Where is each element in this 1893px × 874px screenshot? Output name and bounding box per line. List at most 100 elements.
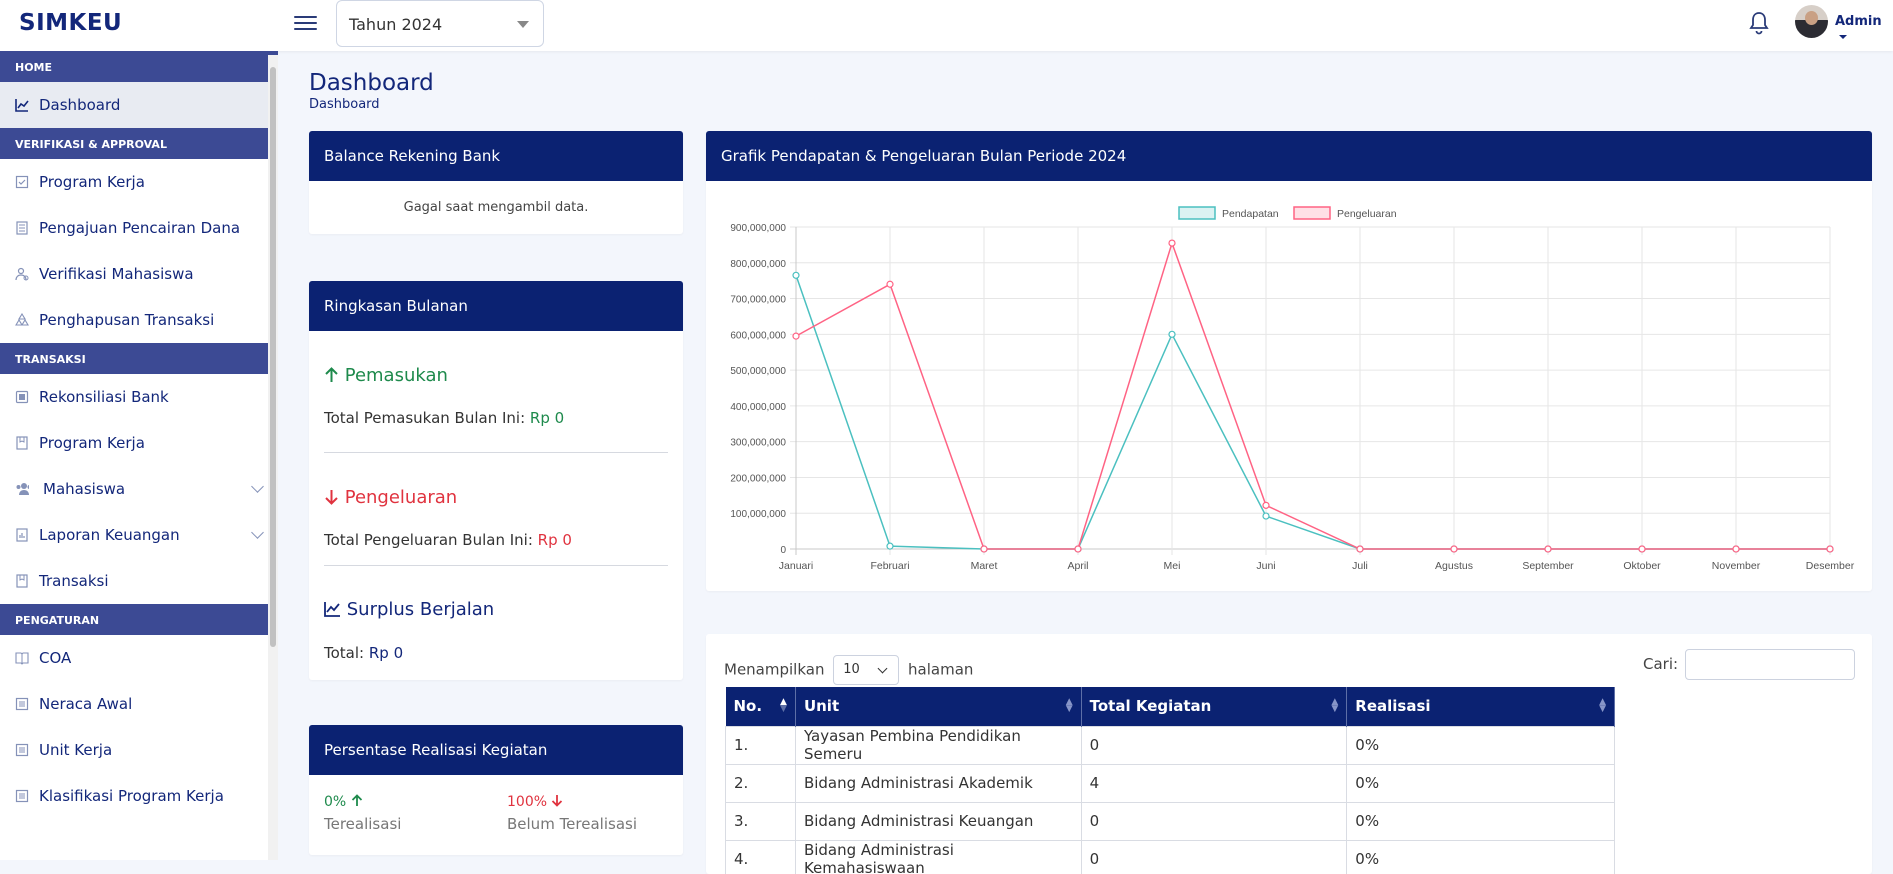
surplus-value: Rp 0: [368, 644, 404, 662]
data-point: [1262, 501, 1270, 509]
sidebar-scrollbar[interactable]: [268, 55, 278, 860]
column-header-no[interactable]: No. ▲ ▼: [725, 687, 796, 726]
sidebar-item-mahasiswa[interactable]: Mahasiswa: [0, 466, 278, 512]
sidebar-section-verifikasi: VERIFIKASI & APPROVAL: [0, 128, 278, 159]
bookmark-icon: [15, 574, 29, 588]
sidebar-item-label: Unit Kerja: [39, 741, 113, 759]
surplus-line: Total: Rp 0: [324, 644, 403, 662]
sidebar-item-label: Penghapusan Transaksi: [39, 311, 215, 329]
cell-no: 2.: [725, 763, 796, 803]
sidebar-item-program-kerja[interactable]: Program Kerja: [0, 159, 278, 205]
sidebar-item-label: COA: [39, 649, 72, 667]
sidebar-section-home: HOME: [0, 51, 278, 82]
sidebar-item-unit-kerja[interactable]: Unit Kerja: [0, 727, 278, 773]
y-tick-label: 600,000,000: [730, 330, 786, 341]
sidebar-item-label: Neraca Awal: [39, 695, 133, 713]
hamburger-menu-icon[interactable]: [294, 12, 317, 34]
sidebar-item-transaksi[interactable]: Transaksi: [0, 558, 278, 604]
data-point: [1168, 239, 1176, 247]
pemasukan-label: Pemasukan: [344, 365, 448, 386]
pemasukan-line: Total Pemasukan Bulan Ini: Rp 0: [324, 409, 564, 427]
cell-total-kegiatan: 0: [1080, 839, 1348, 874]
pengeluaran-value: Rp 0: [537, 531, 572, 549]
surplus-heading: Surplus Berjalan: [324, 599, 494, 620]
data-point: [1544, 545, 1552, 553]
bookmark-icon: [15, 436, 29, 450]
arrow-up-icon: [325, 367, 338, 382]
sidebar-item-laporan-keuangan[interactable]: Laporan Keuangan: [0, 512, 278, 558]
x-tick-label: Februari: [870, 560, 909, 572]
page-size-control: Menampilkan 10 halaman: [724, 655, 973, 685]
brand-logo[interactable]: SIMKEU: [19, 10, 122, 36]
data-table: No. ▲ ▼ Unit ▲ ▼ Total Kegiatan ▲ ▼ Realisasi ▲…: [725, 687, 1615, 874]
table-row: 4. Bidang Administrasi Kemahasiswaan 0 0…: [725, 839, 1615, 874]
breadcrumb[interactable]: Dashboard: [309, 97, 380, 112]
legend-swatch: [1293, 206, 1331, 220]
column-header-unit[interactable]: Unit ▲ ▼: [795, 687, 1082, 726]
sidebar-item-coa[interactable]: COA: [0, 635, 278, 681]
user-menu[interactable]: Admin: [1835, 14, 1893, 44]
sidebar-item-rekonsiliasi-bank[interactable]: Rekonsiliasi Bank: [0, 374, 278, 420]
book-icon: [15, 651, 29, 665]
sidebar-item-label: Pengajuan Pencairan Dana: [39, 219, 241, 237]
table-row: 2. Bidang Administrasi Akademik 4 0%: [725, 763, 1615, 803]
chevron-down-icon: [251, 526, 264, 539]
realisasi-card-title: Persentase Realisasi Kegiatan: [309, 725, 683, 775]
x-tick-label: Oktober: [1623, 560, 1661, 572]
chevron-down-icon: [517, 21, 529, 28]
data-point: [1356, 545, 1364, 553]
sidebar-item-program-kerja-transaksi[interactable]: Program Kerja: [0, 420, 278, 466]
balance-message: Gagal saat mengambil data.: [403, 200, 589, 215]
sidebar-item-label: Klasifikasi Program Kerja: [39, 787, 224, 805]
ringkasan-card: Ringkasan Bulanan Pemasukan Total Pemasu…: [309, 281, 683, 680]
report-icon: [15, 528, 29, 542]
sidebar-item-verifikasi-mahasiswa[interactable]: Verifikasi Mahasiswa: [0, 251, 278, 297]
sidebar-section-pengaturan: PENGATURAN: [0, 604, 278, 635]
bank-icon: [15, 390, 29, 404]
sidebar-item-label: Rekonsiliasi Bank: [39, 388, 169, 406]
x-tick-label: Agustus: [1435, 560, 1473, 572]
cell-realisasi: 0%: [1346, 839, 1615, 874]
cell-unit: Bidang Administrasi Keuangan: [794, 801, 1082, 841]
y-tick-label: 500,000,000: [730, 366, 786, 377]
data-point: [1732, 545, 1740, 553]
sidebar-item-penghapusan-transaksi[interactable]: Penghapusan Transaksi: [0, 297, 278, 343]
recycle-icon: [15, 313, 29, 327]
cell-total-kegiatan: 4: [1080, 763, 1348, 803]
x-tick-label: Juni: [1256, 560, 1275, 572]
sidebar-item-neraca-awal[interactable]: Neraca Awal: [0, 681, 278, 727]
chart-line-icon: [15, 98, 29, 112]
surplus-text: Total:: [324, 644, 365, 662]
search-label: Cari:: [1643, 655, 1679, 673]
data-point: [1262, 512, 1270, 520]
pengeluaran-heading: Pengeluaran: [324, 487, 457, 508]
surplus-label: Surplus Berjalan: [346, 599, 495, 620]
cell-no: 1.: [725, 725, 796, 765]
sidebar-item-dashboard[interactable]: Dashboard: [0, 82, 278, 128]
checklist-icon: [15, 175, 29, 189]
pemasukan-text: Total Pemasukan Bulan Ini:: [324, 409, 526, 427]
data-point: [1074, 545, 1082, 553]
realisasi-done-label: Terealisasi: [324, 815, 402, 833]
table-row: 3. Bidang Administrasi Keuangan 0 0%: [725, 801, 1615, 841]
sidebar-item-pengajuan-pencairan-dana[interactable]: Pengajuan Pencairan Dana: [0, 205, 278, 251]
x-tick-label: Desember: [1806, 560, 1855, 572]
sidebar-section-transaksi: TRANSAKSI: [0, 343, 278, 374]
avatar[interactable]: [1795, 5, 1828, 38]
sidebar-item-klasifikasi-program-kerja[interactable]: Klasifikasi Program Kerja: [0, 773, 278, 819]
grid-icon: [15, 789, 29, 803]
search-input[interactable]: [1685, 649, 1855, 680]
divider: [324, 565, 668, 566]
legend-label: Pendapatan: [1222, 208, 1279, 220]
bell-icon[interactable]: [1747, 10, 1771, 36]
column-header-realisasi[interactable]: Realisasi ▲ ▼: [1346, 687, 1615, 726]
x-tick-label: Januari: [779, 560, 813, 572]
page-size-select[interactable]: 10: [833, 655, 900, 685]
year-select[interactable]: Tahun 2024: [336, 0, 544, 47]
table-card: Menampilkan 10 halaman Cari: No. ▲ ▼ Unit ▲…: [706, 634, 1872, 874]
show-label: Menampilkan: [724, 660, 825, 679]
user-check-icon: [15, 267, 29, 281]
column-header-total-kegiatan[interactable]: Total Kegiatan ▲ ▼: [1081, 687, 1348, 726]
cell-no: 4.: [725, 839, 796, 874]
series-line: [795, 240, 1830, 550]
